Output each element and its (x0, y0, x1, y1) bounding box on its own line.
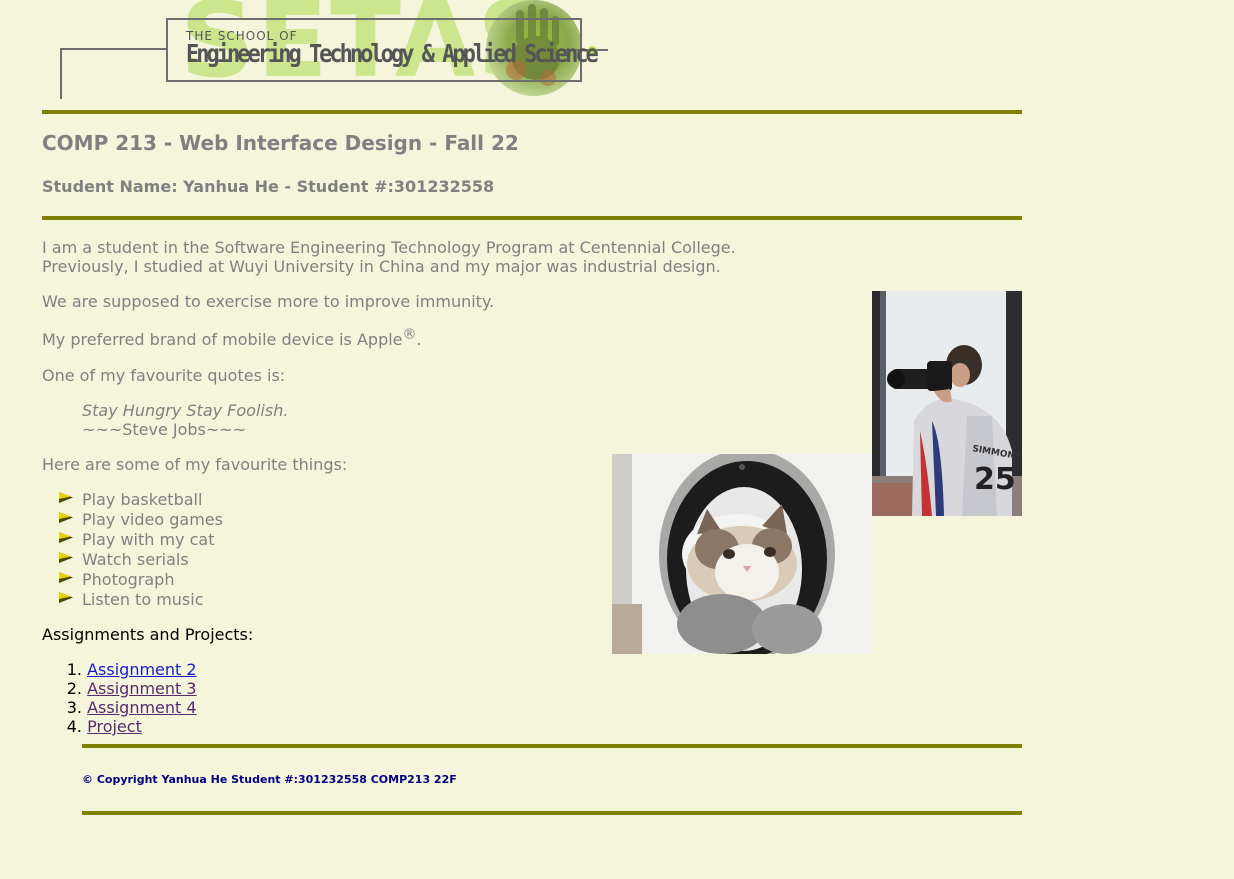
student-info: Student Name: Yanhua He - Student #:3012… (42, 177, 495, 196)
list-item: Play with my cat (42, 530, 223, 550)
intro-line-1: I am a student in the Software Engineeri… (42, 238, 736, 257)
list-item: 3. Assignment 4 (66, 698, 197, 717)
quote-intro: One of my favourite quotes is: (42, 366, 286, 385)
divider (82, 811, 1022, 815)
brand-text: My preferred brand of mobile device is A… (42, 326, 422, 349)
divider (42, 216, 1022, 220)
quote-text: Stay Hungry Stay Foolish. (82, 401, 289, 420)
favourite-things-list: Play basketball Play video games Play wi… (42, 490, 223, 610)
things-intro: Here are some of my favourite things: (42, 455, 348, 474)
project-link[interactable]: Project (87, 717, 142, 736)
divider (42, 110, 1022, 114)
photographer-photo: 25 SIMMONS (872, 291, 1022, 516)
bullet-arrow-icon (59, 592, 73, 603)
list-item: Play video games (42, 510, 223, 530)
list-item: 2. Assignment 3 (66, 679, 197, 698)
list-item: 1. Assignment 2 (66, 660, 197, 679)
cat-photo (612, 454, 872, 654)
exercise-text: We are supposed to exercise more to impr… (42, 292, 495, 311)
intro-line-2: Previously, I studied at Wuyi University… (42, 257, 721, 276)
assignments-heading: Assignments and Projects: (42, 625, 254, 644)
assignment-4-link[interactable]: Assignment 4 (87, 698, 196, 717)
list-item: Photograph (42, 570, 223, 590)
setas-logo: SETAS THE SCHOOL OF Engineering Technolo… (0, 0, 640, 105)
logo-main-text: Engineering Technology & Applied Science (186, 40, 599, 69)
bullet-arrow-icon (59, 572, 73, 583)
assignments-list: 1. Assignment 2 2. Assignment 3 3. Assig… (42, 660, 197, 736)
divider (82, 744, 1022, 748)
assignment-3-link[interactable]: Assignment 3 (87, 679, 196, 698)
list-item: Listen to music (42, 590, 223, 610)
bullet-arrow-icon (59, 552, 73, 563)
page-title: COMP 213 - Web Interface Design - Fall 2… (42, 131, 519, 155)
list-item: Watch serials (42, 550, 223, 570)
svg-text:25: 25 (974, 462, 1016, 497)
assignment-2-link[interactable]: Assignment 2 (87, 660, 196, 679)
bullet-arrow-icon (59, 512, 73, 523)
list-item: 4. Project (66, 717, 142, 736)
logo-line (60, 48, 62, 99)
list-item: Play basketball (42, 490, 223, 510)
bullet-arrow-icon (59, 492, 73, 503)
logo-line (60, 48, 167, 50)
copyright-text: © Copyright Yanhua He Student #:30123255… (82, 773, 457, 786)
bullet-arrow-icon (59, 532, 73, 543)
quote-author: ~~~Steve Jobs~~~ (82, 420, 247, 439)
